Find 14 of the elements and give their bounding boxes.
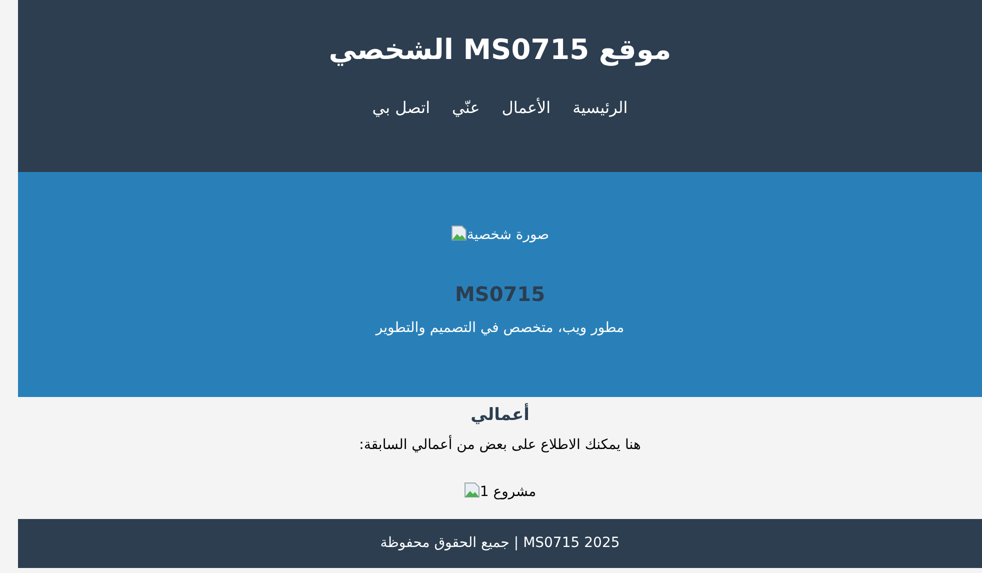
broken-image-icon (450, 225, 467, 241)
nav-link[interactable]: اتصل بي (372, 96, 430, 120)
nav-link[interactable]: الرئيسية (572, 96, 628, 120)
broken-image-icon (464, 482, 480, 498)
copyright-text: 2025 MS0715 | جميع الحقوق محفوظة (380, 534, 620, 553)
image-alt-text: صورة شخصية (466, 226, 550, 245)
site-title: موقع MS0715 الشخصي (328, 32, 672, 68)
profile-tagline: مطور ويب، متخصص في التصميم والتطوير (376, 319, 624, 338)
profile-name: MS0715 (455, 281, 545, 308)
section-intro: هنا يمكنك الاطلاع على بعض من أعمالي السابقة: (359, 435, 641, 455)
section-heading: أعمالي (470, 403, 530, 427)
nav-link[interactable]: الأعمال (502, 96, 551, 120)
image-alt-text: مشروع 1 (480, 483, 536, 502)
nav-link[interactable]: عنّي (452, 96, 480, 120)
